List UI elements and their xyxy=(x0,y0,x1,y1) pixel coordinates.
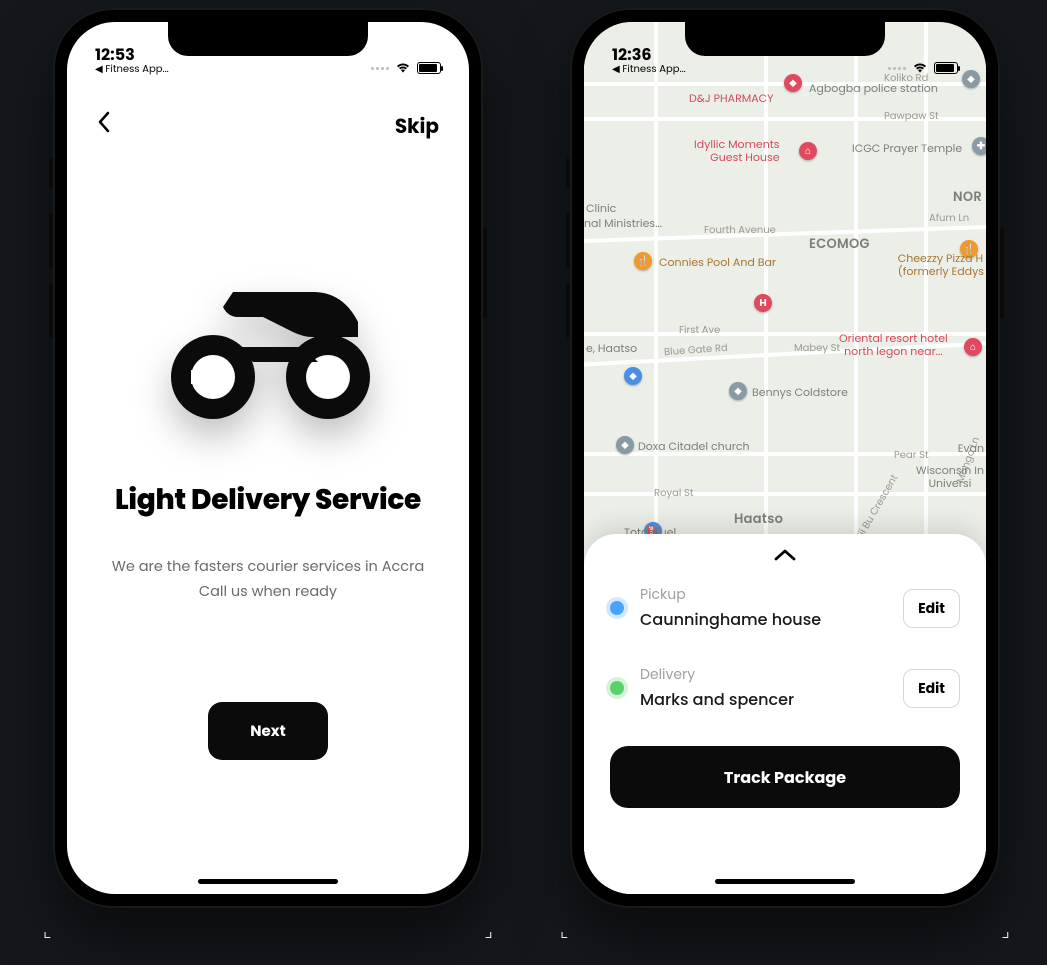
road-label: First Ave xyxy=(679,322,720,338)
road-label: Royal St xyxy=(654,485,694,501)
track-package-button[interactable]: Track Package xyxy=(610,746,960,808)
map-pin-icon[interactable]: ⌂ xyxy=(799,142,817,160)
map-pin-icon[interactable]: ⬥ xyxy=(616,436,634,454)
map-pin-icon[interactable]: ⬥ xyxy=(784,74,802,92)
pickup-row: Pickup Caunninghame house Edit xyxy=(610,568,960,648)
place-label: Wisconsin InUniversi xyxy=(916,464,984,489)
pickup-label: Pickup xyxy=(640,584,887,605)
edit-pickup-button[interactable]: Edit xyxy=(903,589,960,628)
place-label: Connies Pool And Bar xyxy=(659,256,776,269)
place-label: Clinic xyxy=(586,202,616,215)
phone-frame-onboarding: 12:53 ◀ Fitness App... Skip xyxy=(53,8,483,908)
battery-icon xyxy=(417,62,441,74)
map-pin-icon[interactable]: H xyxy=(754,294,772,312)
place-label: D&J PHARMACY xyxy=(689,92,774,105)
sheet-expand-button[interactable] xyxy=(610,548,960,568)
map-pin-icon[interactable]: 🍴 xyxy=(634,252,652,270)
pickup-dot-icon xyxy=(610,601,624,615)
area-label: NOR xyxy=(953,190,982,205)
place-label: Agbogba police station xyxy=(809,82,938,95)
area-label: Haatso xyxy=(734,512,783,527)
bottom-sheet: Pickup Caunninghame house Edit Delivery … xyxy=(584,534,986,894)
delivery-dot-icon xyxy=(610,681,624,695)
map-pin-icon[interactable]: ⌂ xyxy=(964,338,982,356)
road-label: Afum Ln xyxy=(929,210,969,226)
onboarding-title: Light Delivery Service xyxy=(67,479,469,521)
road-label: Fourth Avenue xyxy=(704,222,776,238)
area-label: e, Haatso xyxy=(586,342,637,355)
motorcycle-icon xyxy=(143,252,393,429)
wifi-icon xyxy=(395,62,411,74)
map-pin-icon[interactable]: ✚ xyxy=(972,137,986,155)
place-label: Cheezzy Pizza H(formerly Eddys xyxy=(898,252,984,277)
place-label: Evan xyxy=(958,442,984,455)
home-indicator[interactable] xyxy=(715,879,855,884)
delivery-label: Delivery xyxy=(640,664,887,685)
cell-signal-icon xyxy=(888,67,906,70)
next-button[interactable]: Next xyxy=(208,702,328,760)
place-label: Doxa Citadel church xyxy=(638,440,750,453)
chevron-up-icon xyxy=(774,548,796,562)
map-pin-icon[interactable]: ⬥ xyxy=(729,382,747,400)
place-label: nal Ministries... xyxy=(584,217,662,230)
place-label: Oriental resort hotelnorth legon near... xyxy=(839,332,948,357)
pickup-value: Caunninghame house xyxy=(640,607,887,632)
road-label: Mabey St xyxy=(794,340,840,356)
wifi-icon xyxy=(912,62,928,74)
place-label: Idyllic MomentsGuest House xyxy=(694,138,780,163)
road-label: Pear St xyxy=(894,447,929,463)
road-label: Pawpaw St xyxy=(884,108,939,124)
map-pin-icon[interactable]: ⬥ xyxy=(624,367,642,385)
status-back-app[interactable]: ◀ Fitness App... xyxy=(612,64,686,75)
back-button[interactable] xyxy=(97,108,111,143)
place-label: Bennys Coldstore xyxy=(752,386,848,399)
place-label: ICGC Prayer Temple xyxy=(852,142,962,155)
battery-icon xyxy=(934,62,958,74)
delivery-row: Delivery Marks and spencer Edit xyxy=(610,648,960,728)
chevron-left-icon xyxy=(97,111,111,133)
onboarding-subtitle: We are the fasters courier services in A… xyxy=(67,555,469,604)
skip-button[interactable]: Skip xyxy=(395,111,439,141)
area-label: ECOMOG xyxy=(809,237,870,252)
edit-delivery-button[interactable]: Edit xyxy=(903,669,960,708)
home-indicator[interactable] xyxy=(198,879,338,884)
cell-signal-icon xyxy=(371,67,389,70)
status-back-app[interactable]: ◀ Fitness App... xyxy=(95,64,169,75)
phone-frame-tracking: 12:36 ◀ Fitness App... xyxy=(570,8,1000,908)
delivery-value: Marks and spencer xyxy=(640,687,887,712)
